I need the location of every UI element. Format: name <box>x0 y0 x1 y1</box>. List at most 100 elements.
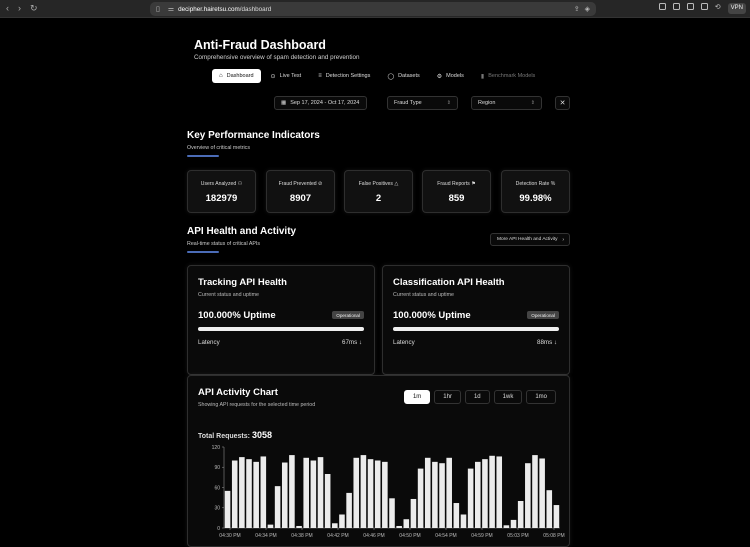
chart-bar[interactable] <box>253 461 259 528</box>
chart-bar[interactable] <box>367 459 374 528</box>
chart-bar[interactable] <box>389 498 395 528</box>
kpi-detection-rate: Detection Rate % 99.98% <box>501 170 570 213</box>
chart-bar[interactable] <box>424 457 431 528</box>
chart-bar[interactable] <box>553 505 560 528</box>
chart-title: API Activity Chart <box>198 387 278 398</box>
tab-detection-settings[interactable]: ≡ Detection Settings <box>311 69 377 83</box>
chart-bar[interactable] <box>474 461 481 528</box>
downloads-icon[interactable] <box>700 3 708 10</box>
chart-bar[interactable] <box>239 457 245 528</box>
back-icon[interactable]: ‹ <box>6 3 9 14</box>
chart-bar[interactable] <box>260 456 267 528</box>
chart-bar[interactable] <box>446 457 452 528</box>
tab-overview-icon[interactable] <box>658 3 666 10</box>
uptime-bar <box>393 327 559 331</box>
chart-bar[interactable] <box>439 463 445 528</box>
tab-live-test[interactable]: ⊙ Live Test <box>264 69 309 83</box>
chart-bar[interactable] <box>467 468 474 528</box>
chart-bar[interactable] <box>396 525 402 528</box>
date-range-picker[interactable]: ▦ Sep 17, 2024 - Oct 17, 2024 <box>274 96 367 110</box>
chart-bar[interactable] <box>346 492 352 528</box>
classification-api-card: Classification API Health Current status… <box>382 265 570 375</box>
wallet-icon[interactable] <box>672 3 680 10</box>
range-1wk-button[interactable]: 1wk <box>493 390 523 404</box>
more-api-health-button[interactable]: More API Health and Activity › <box>490 233 570 246</box>
chart-bar[interactable] <box>303 457 310 528</box>
chevron-updown-icon: ⇕ <box>446 100 451 106</box>
api-section-subtitle: Real-time status of critical APIs <box>187 241 261 247</box>
range-1m-button[interactable]: 1m <box>403 390 431 404</box>
leo-icon[interactable]: ⟲ <box>715 3 721 14</box>
api-section-title: API Health and Activity <box>187 226 297 237</box>
chart-bar[interactable] <box>496 456 503 528</box>
chart-bar[interactable] <box>231 460 238 529</box>
forward-icon[interactable]: › <box>18 3 21 14</box>
chart-bar[interactable] <box>517 501 524 528</box>
bookmark-icon[interactable]: ▯ <box>156 5 160 13</box>
chart-bar[interactable] <box>532 455 538 528</box>
x-tick-label: 04:30 PM <box>219 533 240 539</box>
vpn-badge[interactable]: VPN <box>727 3 746 14</box>
chart-bar[interactable] <box>460 514 467 529</box>
clear-filters-button[interactable]: ✕ <box>555 96 570 110</box>
chart-bar[interactable] <box>403 519 410 528</box>
range-1mo-button[interactable]: 1mo <box>526 390 556 404</box>
api-activity-chart-card: API Activity Chart Showing API requests … <box>187 375 570 547</box>
chart-bar[interactable] <box>382 461 388 528</box>
chart-bar[interactable] <box>324 474 331 528</box>
x-tick-label: 05:08 PM <box>543 533 564 539</box>
chart-bar[interactable] <box>374 460 381 529</box>
shield-icon[interactable]: ◈ <box>585 5 590 13</box>
chart-bar[interactable] <box>332 523 338 528</box>
api-underline <box>187 251 219 253</box>
api-activity-bar-chart: 0 30 60 90 120 04:30 PM 04:34 PM 04:38 PM 04:42 … <box>212 445 565 539</box>
warning-icon: △ <box>394 181 399 187</box>
chart-bar[interactable] <box>296 525 302 528</box>
chart-bar[interactable] <box>360 455 367 528</box>
browser-nav: ‹ › ↻ <box>6 3 38 14</box>
chart-bar[interactable] <box>267 524 274 528</box>
chart-bar[interactable] <box>339 514 345 529</box>
chart-bar[interactable] <box>453 503 460 528</box>
chart-bar[interactable] <box>510 519 517 528</box>
chart-bar[interactable] <box>489 455 495 528</box>
chart-bar[interactable] <box>274 486 281 528</box>
site-settings-icon[interactable]: ⚌ <box>168 5 174 13</box>
tracking-api-card: Tracking API Health Current status and u… <box>187 265 375 375</box>
status-badge: Operational <box>527 311 559 319</box>
tab-benchmark-models[interactable]: ▮ Benchmark Models <box>474 69 542 83</box>
range-1d-button[interactable]: 1d <box>464 390 490 404</box>
chart-bar[interactable] <box>417 468 424 528</box>
chart-bar[interactable] <box>289 455 295 528</box>
chart-bar[interactable] <box>539 458 545 528</box>
tab-dashboard[interactable]: ⌂ Dashboard <box>212 69 261 83</box>
chart-bar[interactable] <box>317 457 324 528</box>
chart-bar[interactable] <box>310 460 317 529</box>
share-icon[interactable]: ⇪ <box>574 5 580 13</box>
x-tick-label: 04:46 PM <box>363 533 384 539</box>
sidebar-icon[interactable] <box>686 3 694 10</box>
chat-icon: ◯ <box>387 73 395 80</box>
address-bar[interactable]: ▯ ⚌ decipher.hairetsu.com/dashboard ⇪ ◈ <box>150 2 596 16</box>
kpi-users-analyzed: Users Analyzed ⚇ 182979 <box>187 170 256 213</box>
tab-models[interactable]: ⚙ Models <box>430 69 471 83</box>
list-icon: ≡ <box>318 73 322 79</box>
chart-bar[interactable] <box>224 490 231 528</box>
url-text[interactable]: decipher.hairetsu.com/dashboard <box>178 6 271 13</box>
chart-bar[interactable] <box>546 490 553 528</box>
chart-bar[interactable] <box>281 462 288 528</box>
chart-bar[interactable] <box>482 459 488 528</box>
check-circle-icon: ⊘ <box>318 181 323 187</box>
reload-icon[interactable]: ↻ <box>30 3 38 14</box>
range-1hr-button[interactable]: 1hr <box>434 390 461 404</box>
chart-bar[interactable] <box>410 498 417 528</box>
chart-bar[interactable] <box>525 463 531 528</box>
chart-bar[interactable] <box>503 525 510 528</box>
chart-bar[interactable] <box>246 459 252 528</box>
fraud-type-select[interactable]: Fraud Type ⇕ <box>387 96 458 110</box>
kpi-fraud-reports: Fraud Reports ⚑ 859 <box>422 170 491 213</box>
chart-bar[interactable] <box>432 461 438 528</box>
chart-bar[interactable] <box>353 457 360 528</box>
tab-datasets[interactable]: ◯ Datasets <box>380 69 426 83</box>
region-select[interactable]: Region ⇕ <box>471 96 542 110</box>
